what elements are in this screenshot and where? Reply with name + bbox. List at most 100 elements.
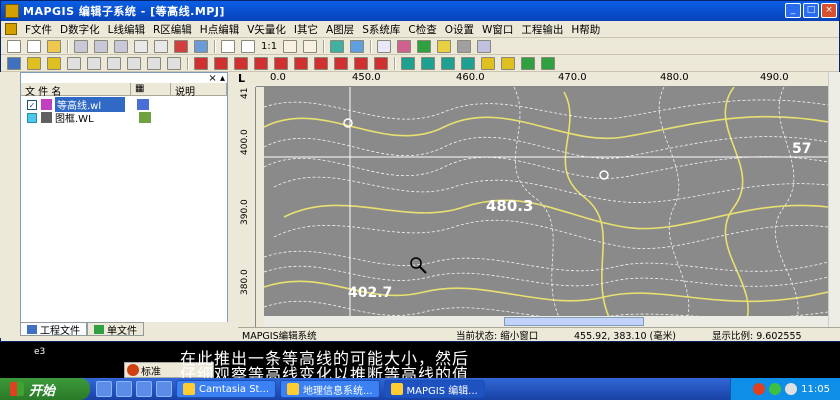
tray-icon[interactable] <box>769 383 782 395</box>
menu-line-edit[interactable]: L线编辑 <box>104 22 149 37</box>
column-description[interactable]: 说明 <box>171 83 227 98</box>
trim-icon[interactable] <box>334 56 348 70</box>
smooth-icon[interactable] <box>274 56 288 70</box>
menu-region-edit[interactable]: R区编辑 <box>149 22 196 37</box>
extend-icon[interactable] <box>354 56 368 70</box>
menu-layer[interactable]: A图层 <box>322 22 358 37</box>
maximize-button[interactable]: □ <box>803 3 819 18</box>
toolbar-separator <box>370 39 373 53</box>
menu-digitize[interactable]: D数字化 <box>56 22 104 37</box>
cut-icon[interactable] <box>127 56 141 70</box>
point-tool-icon[interactable] <box>7 56 21 70</box>
contour-map[interactable]: 480.3 402.7 57 <box>264 87 828 327</box>
save-as-icon[interactable] <box>114 39 128 53</box>
edit-icon[interactable] <box>437 39 452 53</box>
globe-icon[interactable] <box>417 39 432 53</box>
horizontal-scrollbar[interactable] <box>264 316 828 327</box>
region-move-icon[interactable] <box>541 56 555 70</box>
zoom-ratio[interactable]: 1:1 <box>261 41 277 52</box>
line-tool-icon[interactable] <box>27 56 41 70</box>
zoom-out-icon[interactable] <box>241 39 255 53</box>
hatch-icon[interactable] <box>441 56 455 70</box>
menu-check[interactable]: C检查 <box>404 22 440 37</box>
visibility-checkbox[interactable]: ✓ <box>27 99 37 110</box>
visibility-checkbox[interactable] <box>27 112 37 123</box>
task-gis[interactable]: 地理信息系统... <box>280 380 380 398</box>
print-preview-icon[interactable] <box>174 39 188 53</box>
new-file-icon[interactable] <box>7 39 21 53</box>
close-button[interactable]: × <box>821 3 837 18</box>
split-icon[interactable] <box>374 56 388 70</box>
column-filename[interactable]: 文 件 名 <box>21 83 131 98</box>
node-icon[interactable] <box>294 56 308 70</box>
open-folder-icon[interactable] <box>47 39 61 53</box>
merge-icon[interactable] <box>461 56 475 70</box>
file-row[interactable]: 图框.WL <box>27 110 151 125</box>
rotate-icon[interactable] <box>167 56 181 70</box>
title-bar[interactable]: MAPGIS 编辑子系统 - [等高线.MPJ] _ □ × <box>1 1 839 21</box>
chart-icon[interactable] <box>457 39 472 53</box>
quick-launch-icon[interactable] <box>96 381 112 397</box>
menu-window[interactable]: W窗口 <box>478 22 517 37</box>
undo-icon[interactable] <box>134 39 148 53</box>
task-mapgis[interactable]: MAPGIS 编辑... <box>383 380 485 398</box>
region-tool-icon[interactable] <box>47 56 61 70</box>
zoom-in-icon[interactable] <box>221 39 235 53</box>
menu-file[interactable]: F文件 <box>21 22 56 37</box>
join-icon[interactable] <box>234 56 248 70</box>
map-canvas[interactable]: 480.3 402.7 57 <box>264 87 828 327</box>
line-type-icon <box>137 99 149 110</box>
column-type-icon[interactable]: ▦ <box>131 83 171 95</box>
polygon-icon[interactable] <box>401 56 415 70</box>
print-icon[interactable] <box>194 39 208 53</box>
desktop-label[interactable]: e3 <box>34 347 45 357</box>
vertical-scrollbar[interactable] <box>828 72 840 327</box>
tab-project-files[interactable]: 工程文件 <box>20 322 87 337</box>
quick-launch-icon[interactable] <box>136 381 152 397</box>
tray-icon[interactable] <box>753 383 766 395</box>
document-icon[interactable] <box>5 23 17 35</box>
quick-launch-icon[interactable] <box>116 381 132 397</box>
pen-icon[interactable] <box>194 56 208 70</box>
menu-vectorize[interactable]: V矢量化 <box>243 22 290 37</box>
move-icon[interactable] <box>107 56 121 70</box>
file-name[interactable]: 图框.WL <box>55 110 125 125</box>
region-copy-icon[interactable] <box>521 56 535 70</box>
scissors-icon[interactable] <box>214 56 228 70</box>
clock[interactable]: 11:05 <box>801 384 830 395</box>
save-icon[interactable] <box>74 39 88 53</box>
scroll-thumb[interactable] <box>504 317 644 326</box>
menu-other[interactable]: I其它 <box>290 22 322 37</box>
new-doc-icon[interactable] <box>27 39 41 53</box>
tab-single-file[interactable]: 单文件 <box>87 322 144 337</box>
grid-icon[interactable] <box>477 39 492 53</box>
paint-icon[interactable] <box>397 39 412 53</box>
ruler-corner: L <box>238 72 256 87</box>
select-icon[interactable] <box>377 39 392 53</box>
minimize-button[interactable]: _ <box>785 3 801 18</box>
region-attr-icon[interactable] <box>501 56 515 70</box>
refresh-icon[interactable] <box>330 39 345 53</box>
help-pointer-icon[interactable] <box>154 39 168 53</box>
copy-icon[interactable] <box>67 56 81 70</box>
menu-help[interactable]: H帮助 <box>567 22 604 37</box>
layer-icon[interactable] <box>350 39 365 53</box>
menu-point-edit[interactable]: H点编辑 <box>196 22 243 37</box>
vertex-icon[interactable] <box>314 56 328 70</box>
pan-hand-icon[interactable] <box>283 39 298 53</box>
save-all-icon[interactable] <box>94 39 108 53</box>
paste-icon[interactable] <box>147 56 161 70</box>
break-icon[interactable] <box>254 56 268 70</box>
menu-project-output[interactable]: 工程输出 <box>517 22 567 37</box>
region-edit-icon[interactable] <box>481 56 495 70</box>
menu-settings[interactable]: O设置 <box>441 22 478 37</box>
fill-icon[interactable] <box>421 56 435 70</box>
task-camtasia[interactable]: Camtasia St... <box>176 380 276 398</box>
quick-launch-icon[interactable] <box>156 381 172 397</box>
volume-icon[interactable] <box>785 383 798 395</box>
menu-system-lib[interactable]: S系统库 <box>358 22 404 37</box>
start-button[interactable]: 开始 <box>0 378 90 400</box>
grab-hand-icon[interactable] <box>303 39 318 53</box>
panel-grip[interactable] <box>0 72 20 338</box>
delete-icon[interactable] <box>87 56 101 70</box>
